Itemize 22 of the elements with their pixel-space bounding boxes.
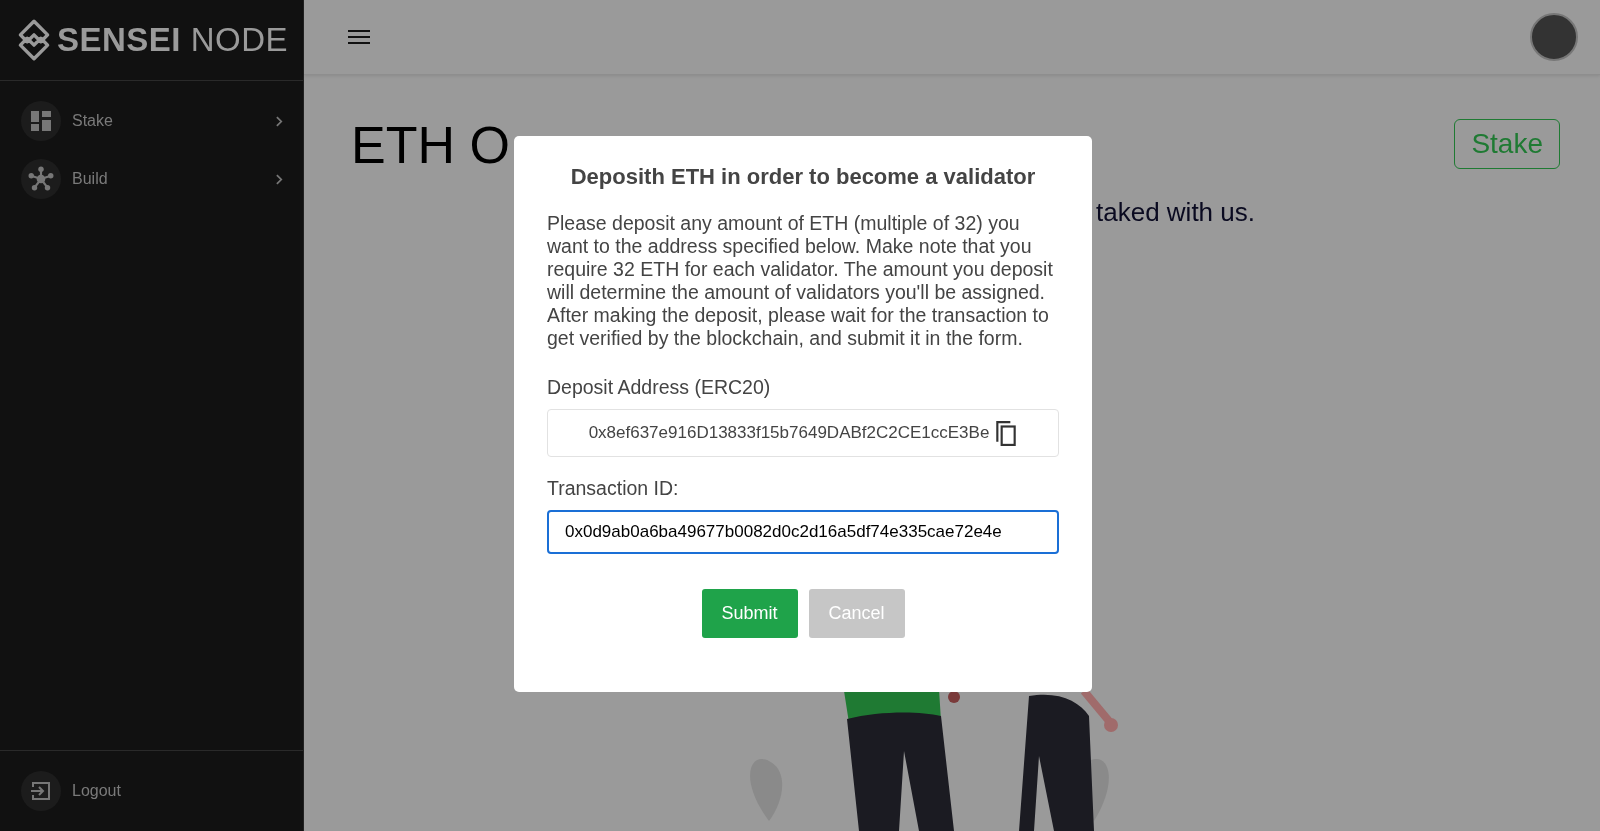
page-subtitle: taked with us. <box>1096 197 1255 228</box>
chevron-right-icon <box>276 115 283 127</box>
dashboard-icon <box>31 111 51 131</box>
field-label: Deposit Address (ERC20) <box>547 376 772 399</box>
logout-icon <box>30 780 52 802</box>
dialog-title: Deposith ETH in order to become a validator <box>569 164 1037 190</box>
brand-name: SENSEI NODE <box>57 21 289 59</box>
address-text: 0x8ef637e916D13833f15b7649DABf2C2CE1ccE3Be <box>588 423 990 443</box>
avatar[interactable] <box>1530 13 1578 61</box>
transaction-id-input[interactable]: 0x0d9ab0a6ba49677b0082d0c2d16a5df74e335cae72e4e <box>547 510 1059 554</box>
submit-button[interactable]: Submit <box>701 589 798 638</box>
menu-icon[interactable] <box>348 29 370 45</box>
dialog-text: Please deposit any amount of ETH (multiple of 32) you want to the address specified below. Make note that you require 32 ETH for each validator. The amount you deposit will determine the amount of validators you'll be assigned. After making the deposit, please wait for the transaction to get verified by the blockchain, and submit it in the form. <box>547 212 1054 350</box>
sidebar-item[interactable]: Stake <box>0 101 303 141</box>
network-icon <box>28 166 54 192</box>
page-title: ETH O <box>351 115 510 175</box>
chevron-right-icon <box>276 173 283 185</box>
logo-icon <box>17 18 51 62</box>
field-label: Transaction ID: <box>547 477 680 500</box>
sidebar-item[interactable]: Build <box>0 159 303 199</box>
copy-icon[interactable] <box>995 420 1018 446</box>
logout-item[interactable]: Logout <box>0 771 303 811</box>
